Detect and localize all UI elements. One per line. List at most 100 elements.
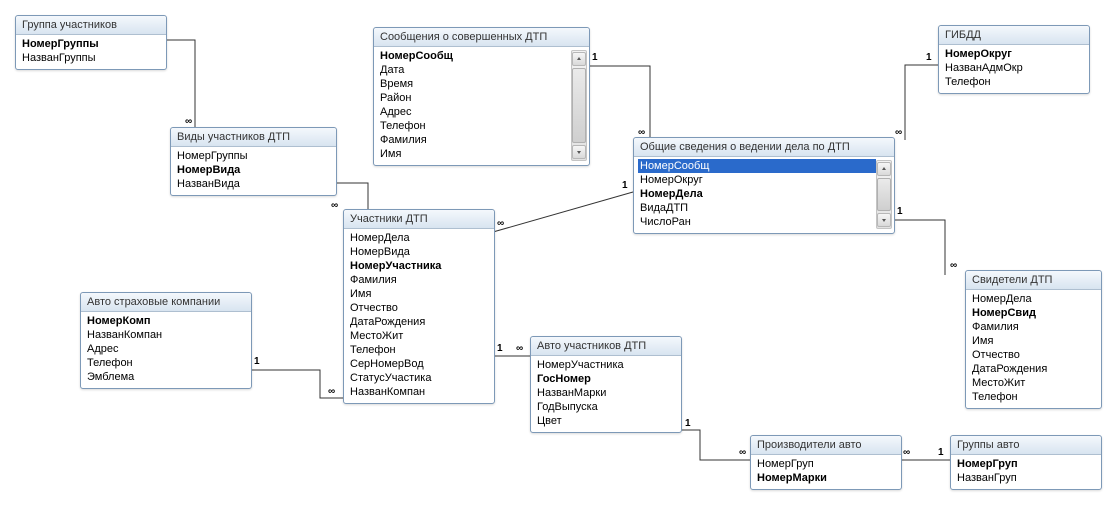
table-insurance[interactable]: Авто страховые компании НомерКомпНазванКо… — [80, 292, 252, 389]
field-auto_part-2[interactable]: НазванМарки — [535, 386, 677, 400]
table-group[interactable]: Группа участниковНомерГруппыНазванГруппы — [15, 15, 167, 70]
card-many: ∞ — [331, 200, 338, 211]
field-witness-5[interactable]: ДатаРождения — [970, 362, 1097, 376]
field-messages-5[interactable]: Телефон — [378, 119, 571, 133]
field-participants-10[interactable]: СтатусУчастика — [348, 371, 490, 385]
table-body: НомерУчастникаГосНомерНазванМаркиГодВыпу… — [531, 356, 681, 432]
table-title[interactable]: Группа участников — [16, 16, 166, 35]
field-witness-6[interactable]: МестоЖит — [970, 376, 1097, 390]
field-witness-2[interactable]: Фамилия — [970, 320, 1097, 334]
field-participants-6[interactable]: ДатаРождения — [348, 315, 490, 329]
scrollbar[interactable] — [876, 160, 892, 229]
table-body: НомерДелаНомерВидаНомерУчастникаФамилияИ… — [344, 229, 494, 403]
scroll-thumb[interactable] — [877, 178, 891, 211]
table-title[interactable]: ГИБДД — [939, 26, 1089, 45]
card-one: 1 — [685, 418, 691, 429]
field-participants-4[interactable]: Имя — [348, 287, 490, 301]
field-participants-2[interactable]: НомерУчастника — [348, 259, 490, 273]
field-messages-7[interactable]: Имя — [378, 147, 571, 161]
table-makers[interactable]: Производители авто НомерГрупНомерМарки — [750, 435, 902, 490]
field-participants-5[interactable]: Отчество — [348, 301, 490, 315]
field-case-3[interactable]: ВидаДТП — [638, 201, 876, 215]
field-auto_part-4[interactable]: Цвет — [535, 414, 677, 428]
field-case-4[interactable]: ЧислоРан — [638, 215, 876, 229]
scroll-down-icon[interactable] — [877, 213, 891, 227]
table-title[interactable]: Авто страховые компании — [81, 293, 251, 312]
table-title[interactable]: Свидетели ДТП — [966, 271, 1101, 290]
field-gibdd-1[interactable]: НазванАдмОкр — [943, 61, 1085, 75]
table-title[interactable]: Авто участников ДТП — [531, 337, 681, 356]
field-witness-4[interactable]: Отчество — [970, 348, 1097, 362]
card-one: 1 — [897, 206, 903, 217]
scroll-thumb[interactable] — [572, 68, 586, 143]
field-messages-1[interactable]: Дата — [378, 63, 571, 77]
table-body: НомерСообщНомерОкругНомерДелаВидаДТПЧисл… — [634, 157, 894, 233]
field-case-1[interactable]: НомерОкруг — [638, 173, 876, 187]
table-title[interactable]: Участники ДТП — [344, 210, 494, 229]
field-insurance-4[interactable]: Эмблема — [85, 370, 247, 384]
field-participants-9[interactable]: СерНомерВод — [348, 357, 490, 371]
field-witness-3[interactable]: Имя — [970, 334, 1097, 348]
card-many: ∞ — [903, 447, 910, 458]
table-gibdd[interactable]: ГИБДД НомерОкругНазванАдмОкрТелефон — [938, 25, 1090, 94]
table-messages[interactable]: Сообщения о совершенных ДТП НомерСообщДат… — [373, 27, 590, 166]
field-autogroups-1[interactable]: НазванГруп — [955, 471, 1097, 485]
field-kinds-0[interactable]: НомерГруппы — [175, 149, 332, 163]
card-one: 1 — [926, 52, 932, 63]
field-participants-7[interactable]: МестоЖит — [348, 329, 490, 343]
table-participants[interactable]: Участники ДТПНомерДелаНомерВидаНомерУчас… — [343, 209, 495, 404]
field-participants-3[interactable]: Фамилия — [348, 273, 490, 287]
scroll-up-icon[interactable] — [572, 52, 586, 66]
field-insurance-1[interactable]: НазванКомпан — [85, 328, 247, 342]
field-group-1[interactable]: НазванГруппы — [20, 51, 162, 65]
table-title[interactable]: Группы авто — [951, 436, 1101, 455]
scroll-up-icon[interactable] — [877, 162, 891, 176]
field-participants-0[interactable]: НомерДела — [348, 231, 490, 245]
field-auto_part-3[interactable]: ГодВыпуска — [535, 400, 677, 414]
card-one: 1 — [622, 180, 628, 191]
table-case[interactable]: Общие сведения о ведении дела по ДТПНоме… — [633, 137, 895, 234]
field-kinds-1[interactable]: НомерВида — [175, 163, 332, 177]
field-auto_part-1[interactable]: ГосНомер — [535, 372, 677, 386]
table-autogroups[interactable]: Группы авто НомерГрупНазванГруп — [950, 435, 1102, 490]
card-many: ∞ — [185, 116, 192, 127]
table-kinds[interactable]: Виды участников ДТПНомерГруппыНомерВидаН… — [170, 127, 337, 196]
field-messages-2[interactable]: Время — [378, 77, 571, 91]
field-group-0[interactable]: НомерГруппы — [20, 37, 162, 51]
field-auto_part-0[interactable]: НомерУчастника — [535, 358, 677, 372]
field-witness-1[interactable]: НомерСвид — [970, 306, 1097, 320]
field-insurance-2[interactable]: Адрес — [85, 342, 247, 356]
table-title[interactable]: Виды участников ДТП — [171, 128, 336, 147]
field-messages-3[interactable]: Район — [378, 91, 571, 105]
field-messages-6[interactable]: Фамилия — [378, 133, 571, 147]
table-body: НомерГруппыНазванГруппы — [16, 35, 166, 69]
field-participants-8[interactable]: Телефон — [348, 343, 490, 357]
table-title[interactable]: Общие сведения о ведении дела по ДТП — [634, 138, 894, 157]
field-insurance-3[interactable]: Телефон — [85, 356, 247, 370]
field-messages-4[interactable]: Адрес — [378, 105, 571, 119]
card-one: 1 — [592, 52, 598, 63]
card-many: ∞ — [516, 343, 523, 354]
field-witness-0[interactable]: НомерДела — [970, 292, 1097, 306]
field-witness-7[interactable]: Телефон — [970, 390, 1097, 404]
table-title[interactable]: Производители авто — [751, 436, 901, 455]
field-gibdd-0[interactable]: НомерОкруг — [943, 47, 1085, 61]
table-body: НомерГруппыНомерВидаНазванВида — [171, 147, 336, 195]
field-makers-1[interactable]: НомерМарки — [755, 471, 897, 485]
field-makers-0[interactable]: НомерГруп — [755, 457, 897, 471]
table-title[interactable]: Сообщения о совершенных ДТП — [374, 28, 589, 47]
field-kinds-2[interactable]: НазванВида — [175, 177, 332, 191]
field-autogroups-0[interactable]: НомерГруп — [955, 457, 1097, 471]
field-case-2[interactable]: НомерДела — [638, 187, 876, 201]
field-insurance-0[interactable]: НомерКомп — [85, 314, 247, 328]
scroll-down-icon[interactable] — [572, 145, 586, 159]
table-auto_part[interactable]: Авто участников ДТПНомерУчастникаГосНоме… — [530, 336, 682, 433]
field-gibdd-2[interactable]: Телефон — [943, 75, 1085, 89]
scrollbar[interactable] — [571, 50, 587, 161]
table-witness[interactable]: Свидетели ДТПНомерДелаНомерСвидФамилияИм… — [965, 270, 1102, 409]
field-case-0[interactable]: НомерСообщ — [638, 159, 876, 173]
field-participants-11[interactable]: НазванКомпан — [348, 385, 490, 399]
field-messages-0[interactable]: НомерСообщ — [378, 49, 571, 63]
field-participants-1[interactable]: НомерВида — [348, 245, 490, 259]
table-body: НомерДелаНомерСвидФамилияИмяОтчествоДата… — [966, 290, 1101, 408]
